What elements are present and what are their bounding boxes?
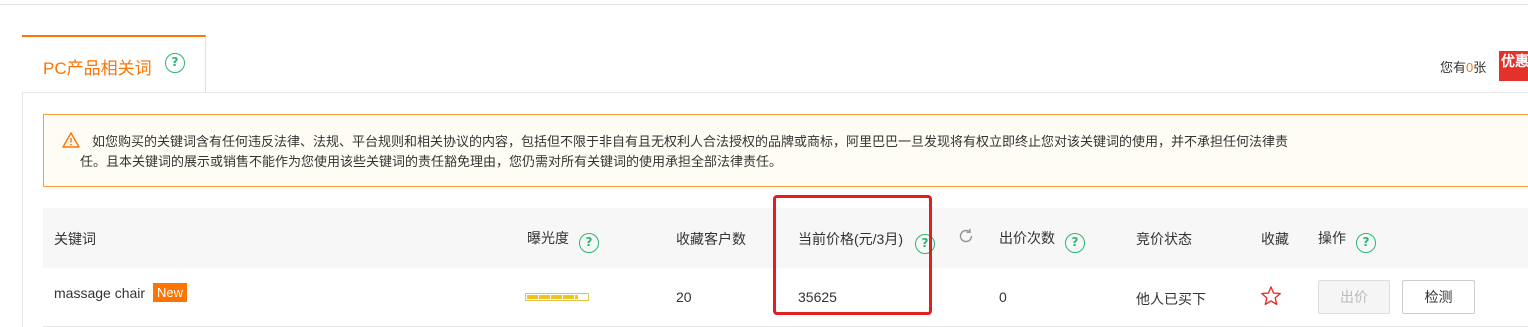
col-bids: 出价次数?: [999, 228, 1085, 253]
coupon-badge[interactable]: 优惠: [1499, 51, 1528, 81]
status-cell: 他人已买下: [1136, 291, 1206, 307]
favorites-cell: 20: [676, 289, 692, 305]
help-icon[interactable]: ?: [165, 53, 185, 73]
help-icon[interactable]: ?: [579, 233, 599, 253]
help-icon[interactable]: ?: [1356, 233, 1376, 253]
keyword-cell: massage chair: [54, 285, 146, 301]
notice-line-2: 任。且本关键词的展示或销售不能作为您使用该些关键词的责任豁免理由，您仍需对所有关…: [80, 154, 783, 169]
tab-bar-line: [22, 92, 1528, 93]
check-button[interactable]: 检测: [1402, 280, 1475, 314]
coupon-info: 您有0张: [1440, 57, 1486, 76]
col-exposure: 曝光度?: [527, 228, 599, 253]
legal-notice: 如您购买的关键词含有任何违反法律、法规、平台规则和相关协议的内容，包括但不限于非…: [43, 114, 1528, 187]
col-favorites: 收藏客户数: [676, 231, 746, 247]
price-highlight-box: [773, 195, 932, 315]
help-icon[interactable]: ?: [1065, 233, 1085, 253]
warning-icon: [62, 132, 80, 148]
new-badge: New: [153, 283, 188, 302]
notice-line-1: 如您购买的关键词含有任何违反法律、法规、平台规则和相关协议的内容，包括但不限于非…: [92, 134, 1289, 149]
coupon-suffix: 张: [1473, 60, 1487, 75]
exposure-bar: [525, 293, 589, 301]
exposure-bar-fill: [527, 295, 578, 299]
star-icon[interactable]: [1260, 285, 1282, 307]
top-divider: [0, 0, 1528, 5]
col-action: 操作?: [1318, 228, 1376, 253]
tab-pc-keywords[interactable]: PC产品相关词 ?: [22, 35, 206, 92]
bids-cell: 0: [999, 289, 1007, 305]
refresh-icon[interactable]: [957, 227, 975, 245]
col-collect: 收藏: [1261, 231, 1289, 247]
col-keyword: 关键词: [54, 231, 96, 247]
coupon-prefix: 您有: [1440, 60, 1467, 75]
tab-label: PC产品相关词: [43, 59, 152, 78]
bid-button[interactable]: 出价: [1318, 280, 1390, 314]
col-status: 竞价状态: [1136, 231, 1192, 247]
